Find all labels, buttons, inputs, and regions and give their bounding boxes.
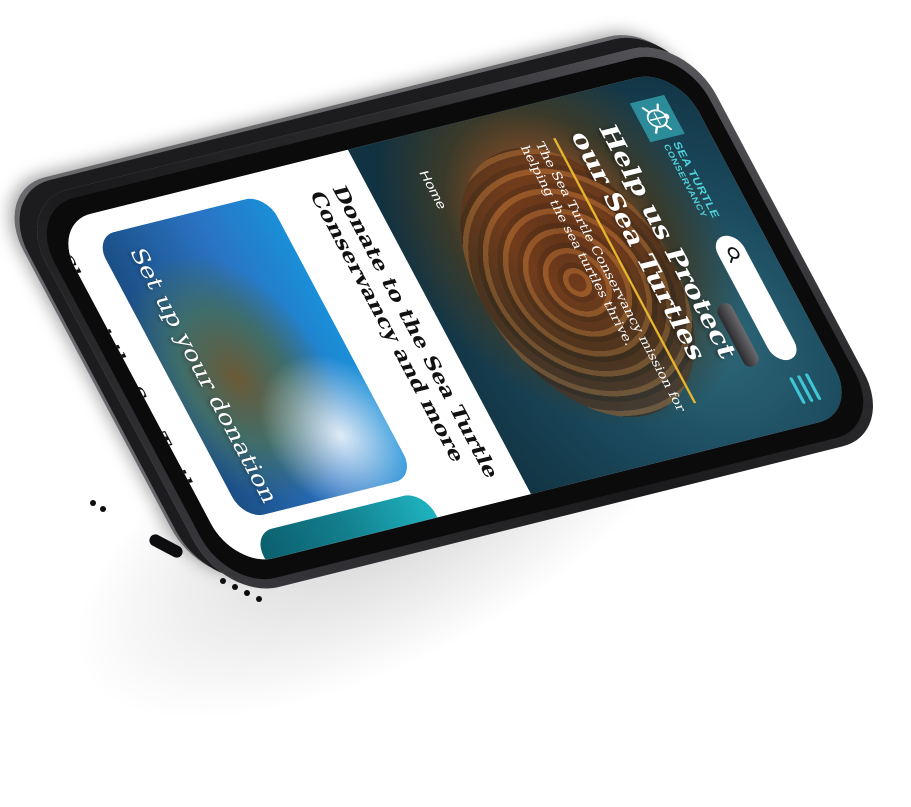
speaker-grille-dot — [256, 596, 262, 602]
logo-text: SEA TURTLE CONSERVANCY — [659, 140, 723, 223]
speaker-grille-dot — [220, 578, 226, 584]
hamburger-menu-icon[interactable] — [788, 373, 822, 405]
donation-card-label: Set up your donation — [123, 245, 284, 506]
speaker-grille-dot — [232, 584, 238, 590]
search-icon — [727, 247, 740, 264]
speaker-grille-dot — [100, 506, 106, 512]
speaker-grille-dot — [244, 590, 250, 596]
nav-home-link[interactable]: Home — [415, 169, 449, 210]
turtle-logo-icon — [629, 94, 685, 143]
speaker-grille-dot — [90, 500, 96, 506]
